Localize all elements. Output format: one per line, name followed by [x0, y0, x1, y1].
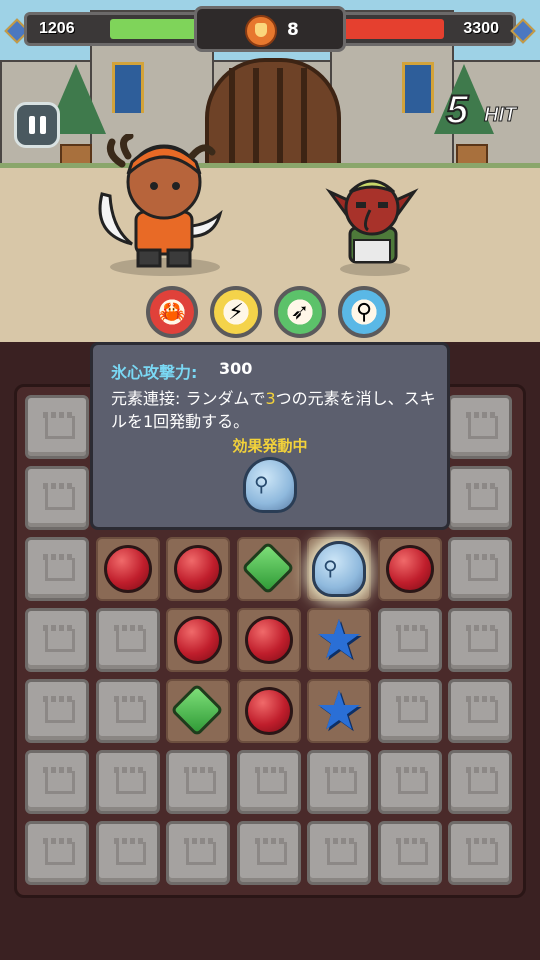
board-cell	[25, 821, 89, 885]
board-cell	[25, 537, 89, 601]
bottom-bar	[0, 898, 540, 960]
board-cell[interactable]	[95, 537, 160, 601]
turn-counter-badge: 8	[194, 6, 346, 52]
element-link-orb[interactable]: ⚲	[312, 541, 366, 597]
board-cell	[95, 608, 160, 672]
combo-label: HIT	[483, 104, 517, 127]
board-cell	[448, 466, 512, 530]
board-cell[interactable]	[236, 679, 301, 743]
combo-counter: 5 HIT	[445, 87, 540, 138]
board-cell	[25, 395, 89, 459]
banner-right	[402, 62, 434, 113]
board-cell[interactable]: ⚲	[307, 537, 371, 601]
hero-left-blade	[98, 192, 133, 246]
red-orb[interactable]	[385, 545, 434, 593]
player-hp-value: 1206	[39, 20, 75, 37]
red-orb[interactable]	[244, 687, 293, 735]
banner-left	[112, 62, 144, 113]
tooltip-description: 元素連接: ランダムで3つの元素を消し、スキルを1回発動する。	[111, 387, 437, 433]
hud: 1206 3300 8	[0, 0, 540, 60]
board-cell	[448, 750, 512, 814]
board-cell	[448, 395, 512, 459]
ground	[0, 168, 540, 342]
board-cell	[166, 821, 230, 885]
enemy-goblin	[325, 179, 419, 264]
skill-tooltip: 氷心攻撃力: 300 元素連接: ランダムで3つの元素を消し、スキルを1回発動す…	[90, 342, 450, 530]
combo-count: 5	[445, 87, 469, 133]
board-cell[interactable]: ★	[307, 679, 371, 743]
board-cell	[307, 750, 371, 814]
board-cell	[95, 821, 160, 885]
board-cell	[236, 821, 301, 885]
board-cell[interactable]	[166, 537, 230, 601]
board-cell	[448, 537, 512, 601]
red-orb[interactable]	[244, 616, 293, 664]
board-cell[interactable]	[236, 537, 301, 601]
board-cell	[307, 821, 371, 885]
red-orb[interactable]	[174, 616, 222, 664]
green-gem[interactable]	[170, 683, 224, 737]
board-cell	[448, 821, 512, 885]
board-cell	[377, 821, 442, 885]
tooltip-desc-highlight: 3	[265, 389, 276, 408]
board-cell	[377, 608, 442, 672]
board-cell[interactable]: ★	[307, 608, 371, 672]
enemy-hp-bar: 3300	[328, 12, 516, 46]
tooltip-status: 効果発動中	[232, 437, 308, 455]
board-cell[interactable]	[377, 537, 442, 601]
tooltip-attack-value: 300	[219, 359, 253, 378]
board-cell	[25, 679, 89, 743]
board-cell	[95, 750, 160, 814]
blue-star[interactable]: ★	[309, 610, 369, 670]
board-cell[interactable]	[166, 679, 230, 743]
board-cell	[95, 679, 160, 743]
board-cell	[25, 608, 89, 672]
board-cell	[448, 608, 512, 672]
green-gem[interactable]	[240, 541, 295, 595]
flame-icon	[245, 15, 277, 47]
board-cell[interactable]	[236, 608, 301, 672]
board-cell	[448, 679, 512, 743]
lightning-skill-icon: ⚡	[228, 299, 244, 325]
board-cell	[377, 679, 442, 743]
fire-skill-icon: 🦀	[158, 299, 186, 325]
board-cell	[236, 750, 301, 814]
wind-skill-icon: ➶	[290, 299, 310, 325]
player-hp-fill	[110, 19, 207, 39]
red-orb[interactable]	[174, 545, 222, 593]
board-cell	[25, 466, 89, 530]
turn-count: 8	[287, 20, 299, 40]
board-cell	[25, 750, 89, 814]
fire-crab-skill-button[interactable]: 🦀	[146, 286, 198, 338]
enemy-hp-value: 3300	[463, 20, 499, 37]
ice-link-skill-button[interactable]: ⚲	[338, 286, 390, 338]
player-hp-bar: 1206	[24, 12, 212, 46]
ice-skill-icon: ⚲	[355, 299, 373, 325]
tooltip-desc-part1: 元素連接: ランダムで	[111, 389, 266, 408]
blue-star[interactable]: ★	[309, 681, 369, 741]
tooltip-attack-label: 氷心攻撃力:	[111, 363, 198, 382]
wind-arrow-skill-button[interactable]: ➶	[274, 286, 326, 338]
pause-button[interactable]	[14, 102, 60, 148]
enemy-hp-fill	[335, 19, 444, 39]
board-cell	[166, 750, 230, 814]
element-link-icon: ⚲	[243, 457, 299, 515]
hero-character	[98, 134, 223, 268]
board-cell[interactable]	[166, 608, 230, 672]
red-orb[interactable]	[103, 545, 152, 593]
board-cell	[377, 750, 442, 814]
lightning-skill-button[interactable]: ⚡	[210, 286, 262, 338]
